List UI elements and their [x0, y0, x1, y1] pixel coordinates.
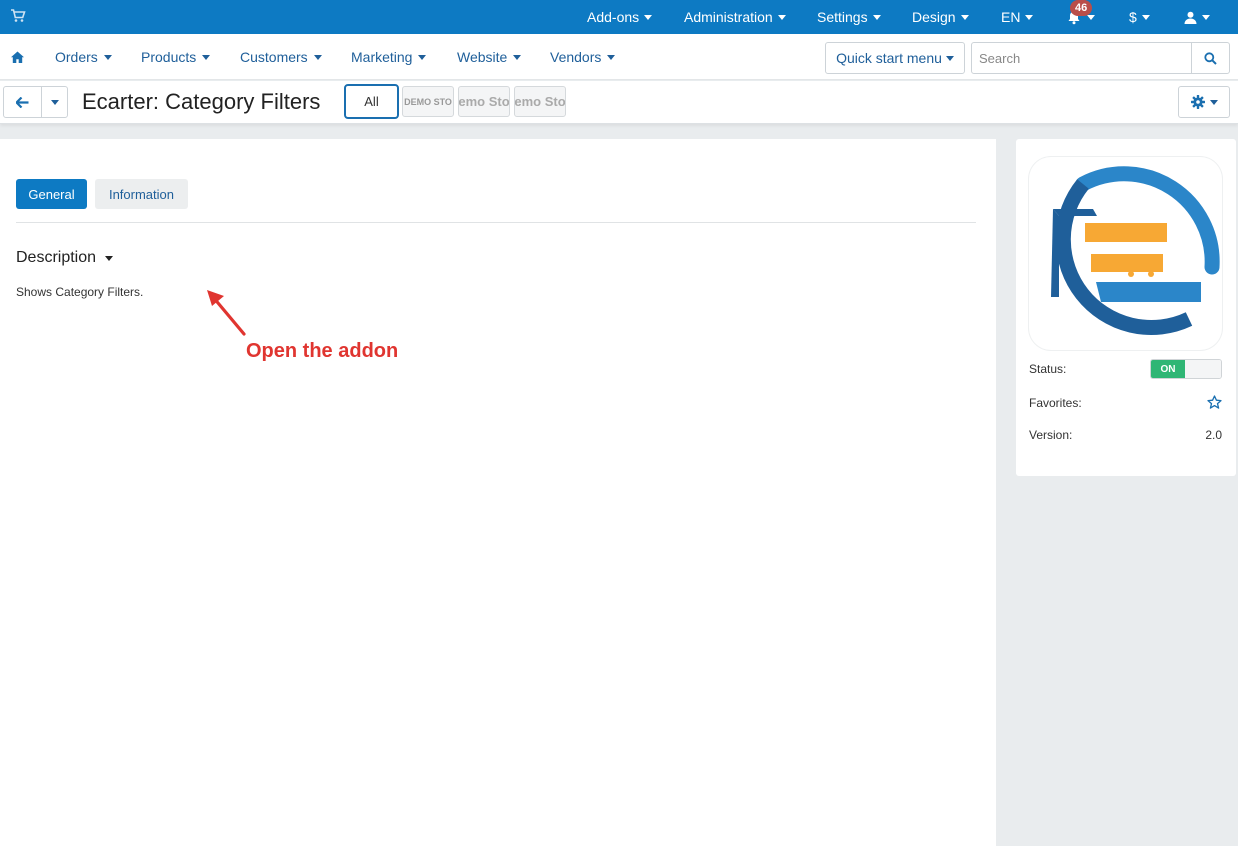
- currency-menu[interactable]: $: [1129, 0, 1150, 34]
- chevron-down-icon: [105, 255, 114, 261]
- back-button[interactable]: [4, 87, 42, 117]
- version-value: 2.0: [1205, 428, 1222, 442]
- arrow-left-icon: [16, 96, 29, 108]
- version-label: Version:: [1029, 428, 1073, 442]
- administration-menu-label: Administration: [684, 9, 773, 25]
- settings-gear-button[interactable]: [1178, 86, 1230, 118]
- tab-information[interactable]: Information: [95, 179, 188, 209]
- store-selector-demo-store-2[interactable]: emo Sto: [458, 86, 510, 117]
- favorites-row: Favorites:: [1029, 395, 1222, 410]
- chevron-down-icon: [607, 54, 616, 60]
- tab-general[interactable]: General: [16, 179, 87, 209]
- notifications-menu[interactable]: 46: [1067, 0, 1095, 34]
- chevron-down-icon: [1209, 99, 1218, 105]
- store-selector-all[interactable]: All: [344, 84, 399, 119]
- home-icon[interactable]: [11, 51, 24, 63]
- chevron-down-icon: [202, 54, 211, 60]
- search-box: [971, 42, 1230, 74]
- status-toggle[interactable]: ON: [1150, 359, 1222, 379]
- status-toggle-on-label: ON: [1151, 360, 1185, 378]
- favorites-label: Favorites:: [1029, 395, 1082, 410]
- description-heading: Description: [16, 249, 97, 266]
- description-text: Shows Category Filters.: [16, 285, 144, 299]
- chevron-down-icon: [513, 54, 522, 60]
- nav-item-label: Marketing: [351, 49, 413, 65]
- chevron-down-icon: [777, 14, 786, 20]
- language-menu-label: EN: [1001, 9, 1021, 25]
- addon-logo-icon: [1051, 166, 1220, 335]
- main-content: General Information Description Shows Ca…: [0, 139, 996, 846]
- addons-menu[interactable]: Add-ons: [587, 0, 653, 34]
- settings-menu-label: Settings: [817, 9, 868, 25]
- nav-item-customers[interactable]: Customers: [240, 34, 322, 80]
- nav-item-website[interactable]: Website: [457, 34, 522, 80]
- settings-menu[interactable]: Settings: [817, 0, 881, 34]
- chevron-down-icon: [103, 54, 112, 60]
- back-dropdown-button[interactable]: [42, 87, 67, 117]
- nav-item-label: Products: [141, 49, 197, 65]
- chevron-down-icon: [1141, 14, 1150, 20]
- back-button-group: [3, 86, 68, 118]
- addon-info-sidebar: Status: ON Favorites: Version: 2.0: [1016, 139, 1236, 476]
- chevron-down-icon: [50, 99, 59, 105]
- gear-icon: [1190, 95, 1205, 109]
- quick-start-menu-button[interactable]: Quick start menu: [825, 42, 965, 74]
- nav-item-label: Customers: [240, 49, 308, 65]
- store-selector-demo-store-3[interactable]: emo Sto: [514, 86, 566, 117]
- cart-icon[interactable]: [10, 9, 26, 23]
- tab-divider: [16, 222, 976, 223]
- chevron-down-icon: [418, 54, 427, 60]
- nav-item-vendors[interactable]: Vendors: [550, 34, 616, 80]
- language-menu[interactable]: EN: [1001, 0, 1034, 34]
- currency-label: $: [1129, 9, 1137, 25]
- star-icon[interactable]: [1207, 395, 1222, 410]
- administration-menu[interactable]: Administration: [684, 0, 786, 34]
- chevron-down-icon: [960, 14, 969, 20]
- nav-item-label: Orders: [55, 49, 98, 65]
- chevron-down-icon: [313, 54, 322, 60]
- chevron-down-icon: [945, 55, 954, 61]
- description-section-toggle[interactable]: Description: [16, 249, 114, 267]
- nav-item-label: Website: [457, 49, 508, 65]
- page-title: Ecarter: Category Filters: [82, 89, 321, 114]
- addons-menu-label: Add-ons: [587, 9, 640, 25]
- chevron-down-icon: [1202, 14, 1210, 20]
- search-icon: [1204, 51, 1217, 65]
- title-bar: Ecarter: Category Filters All DEMO STO e…: [0, 81, 1238, 124]
- main-nav: Orders Products Customers Marketing Webs…: [0, 34, 1238, 80]
- notifications-badge: 46: [1070, 0, 1093, 16]
- chevron-down-icon: [1087, 14, 1095, 20]
- chevron-down-icon: [644, 14, 653, 20]
- chevron-down-icon: [1025, 14, 1034, 20]
- quick-start-label: Quick start menu: [836, 50, 942, 66]
- nav-item-marketing[interactable]: Marketing: [351, 34, 427, 80]
- user-icon: [1184, 11, 1197, 24]
- search-button[interactable]: [1191, 43, 1229, 73]
- nav-item-label: Vendors: [550, 49, 602, 65]
- design-menu[interactable]: Design: [912, 0, 969, 34]
- design-menu-label: Design: [912, 9, 956, 25]
- status-toggle-off-area: [1185, 360, 1221, 378]
- version-row: Version: 2.0: [1029, 428, 1222, 442]
- status-label: Status:: [1029, 362, 1067, 376]
- addon-logo: [1029, 157, 1222, 350]
- chevron-down-icon: [872, 14, 881, 20]
- store-selector-demo-store-1[interactable]: DEMO STO: [402, 86, 454, 117]
- user-menu[interactable]: [1184, 0, 1210, 34]
- annotation-text: Open the addon: [246, 340, 399, 362]
- nav-item-orders[interactable]: Orders: [55, 34, 112, 80]
- nav-item-products[interactable]: Products: [141, 34, 211, 80]
- status-row: Status: ON: [1029, 359, 1222, 379]
- search-input[interactable]: [972, 43, 1191, 73]
- top-bar: Add-ons Administration Settings Design E…: [0, 0, 1238, 34]
- annotation-arrow-icon: [207, 290, 246, 336]
